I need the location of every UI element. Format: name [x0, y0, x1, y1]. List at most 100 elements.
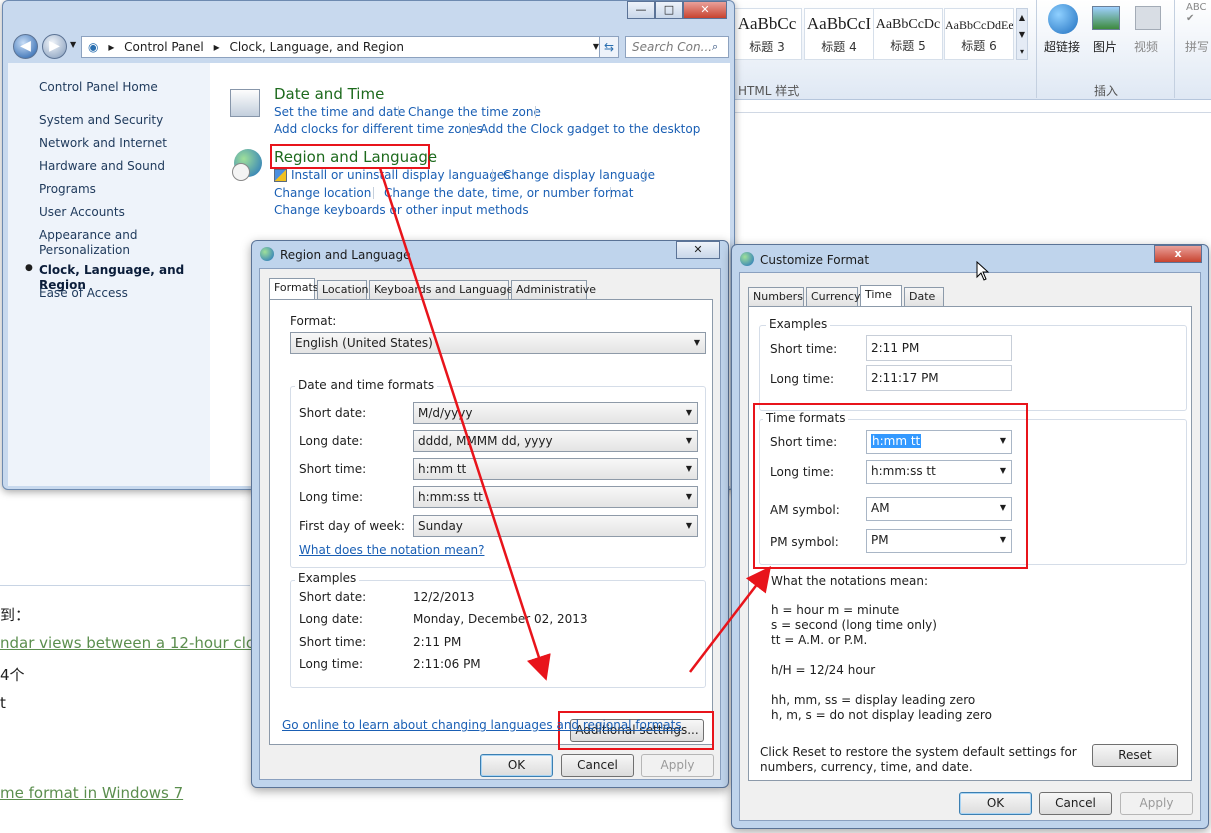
- spelling-button[interactable]: 拼写: [1185, 38, 1209, 55]
- close-button[interactable]: ✕: [683, 1, 727, 19]
- doc-link[interactable]: me format in Windows 7: [0, 784, 183, 802]
- doc-link[interactable]: ndar views between a 12-hour clock: [0, 634, 272, 652]
- ribbon-group-label: HTML 样式: [738, 84, 800, 98]
- example-label: Long time:: [299, 657, 364, 671]
- breadcrumb-control-panel[interactable]: Control Panel: [124, 40, 204, 54]
- style-heading-3[interactable]: AaBbCc 标题 3: [732, 8, 802, 60]
- minimize-button[interactable]: —: [627, 1, 655, 19]
- tab-date[interactable]: Date: [904, 287, 944, 306]
- tab-keyboards-languages[interactable]: Keyboards and Languages: [369, 280, 519, 299]
- example-value: 2:11:06 PM: [413, 657, 481, 671]
- long-time-select[interactable]: h:mm:ss tt ▼: [413, 486, 698, 508]
- short-date-select[interactable]: M/d/yyyy ▼: [413, 402, 698, 424]
- short-time-format-value[interactable]: h:mm tt: [871, 434, 922, 448]
- video-icon[interactable]: [1135, 6, 1161, 30]
- format-value: English (United States): [295, 336, 433, 350]
- globe-icon: [260, 247, 274, 261]
- sidebar-item-appearance[interactable]: Appearance and Personalization: [39, 228, 159, 258]
- tab-numbers[interactable]: Numbers: [748, 287, 804, 306]
- chevron-down-icon[interactable]: ▼: [1000, 461, 1006, 481]
- style-heading-4[interactable]: AaBbCcI 标题 4: [804, 8, 874, 60]
- short-date-label: Short date:: [299, 406, 367, 420]
- task-change-format[interactable]: Change the date, time, or number format: [384, 186, 633, 200]
- search-icon[interactable]: ⌕: [712, 40, 718, 54]
- pm-symbol-combo[interactable]: PM ▼: [866, 529, 1012, 553]
- sidebar-item-ease-of-access[interactable]: Ease of Access: [39, 286, 128, 301]
- cancel-button[interactable]: Cancel: [561, 754, 634, 777]
- long-time-combo[interactable]: h:mm:ss tt ▼: [866, 460, 1012, 484]
- am-symbol-value[interactable]: AM: [871, 501, 890, 515]
- apply-button[interactable]: Apply: [1120, 792, 1193, 815]
- calendar-clock-icon[interactable]: [230, 89, 260, 117]
- video-button[interactable]: 视频: [1134, 38, 1158, 55]
- chevron-down-icon[interactable]: ▼: [1000, 431, 1006, 451]
- long-date-select[interactable]: dddd, MMMM dd, yyyy ▼: [413, 430, 698, 452]
- am-symbol-combo[interactable]: AM ▼: [866, 497, 1012, 521]
- online-help-link[interactable]: Go online to learn about changing langua…: [282, 718, 682, 732]
- chevron-down-icon[interactable]: ▼: [1000, 498, 1006, 518]
- notation-link[interactable]: What does the notation mean?: [299, 543, 484, 557]
- breadcrumb-arrow-icon[interactable]: ▸: [214, 40, 220, 54]
- refresh-icon[interactable]: ⇆: [599, 36, 619, 58]
- task-add-clocks[interactable]: Add clocks for different time zones: [274, 122, 483, 136]
- hyperlink-button[interactable]: 超链接: [1044, 38, 1080, 55]
- hyperlink-icon[interactable]: [1048, 4, 1078, 34]
- maximize-button[interactable]: □: [655, 1, 683, 19]
- spelling-icon[interactable]: ABC ✔: [1186, 2, 1207, 24]
- task-change-display-language[interactable]: Change display language: [503, 168, 655, 182]
- styles-scroll[interactable]: ▲ ▼ ▾: [1016, 8, 1028, 60]
- tab-administrative[interactable]: Administrative: [511, 280, 596, 299]
- picture-button[interactable]: 图片: [1093, 38, 1117, 55]
- tab-currency[interactable]: Currency: [806, 287, 861, 306]
- long-time-example: 2:11:17 PM: [866, 365, 1012, 391]
- breadcrumb-current[interactable]: Clock, Language, and Region: [229, 40, 404, 54]
- first-day-value: Sunday: [418, 519, 463, 533]
- task-change-time-zone[interactable]: Change the time zone: [408, 105, 541, 119]
- back-button[interactable]: ◀: [13, 34, 38, 59]
- close-button[interactable]: ✕: [676, 241, 720, 259]
- chevron-down-icon[interactable]: ▼: [1000, 530, 1006, 550]
- breadcrumb-arrow-icon[interactable]: ▸: [108, 40, 114, 54]
- tab-formats[interactable]: Formats: [269, 278, 319, 299]
- short-time-combo[interactable]: h:mm tt ▼: [866, 430, 1012, 454]
- date-time-title[interactable]: Date and Time: [274, 85, 384, 103]
- picture-icon[interactable]: [1092, 6, 1120, 30]
- apply-button[interactable]: Apply: [641, 754, 714, 777]
- ruler-line: [735, 112, 1211, 113]
- first-day-select[interactable]: Sunday ▼: [413, 515, 698, 537]
- sidebar-item-programs[interactable]: Programs: [39, 182, 96, 197]
- format-select[interactable]: English (United States) ▼: [290, 332, 706, 354]
- reset-button[interactable]: Reset: [1092, 744, 1178, 767]
- ok-button[interactable]: OK: [959, 792, 1032, 815]
- chevron-down-icon: ▼: [685, 464, 692, 473]
- style-sample: AaBbCcI: [806, 14, 872, 33]
- task-install-languages[interactable]: Install or uninstall display languages: [291, 168, 511, 182]
- tab-location[interactable]: Location: [317, 280, 369, 299]
- sidebar-item-system-security[interactable]: System and Security: [39, 113, 163, 128]
- sidebar-item-network[interactable]: Network and Internet: [39, 136, 167, 151]
- recent-pages-icon[interactable]: ▼: [70, 40, 76, 49]
- task-change-keyboards[interactable]: Change keyboards or other input methods: [274, 203, 529, 217]
- long-time-format-value[interactable]: h:mm:ss tt: [871, 464, 936, 478]
- forward-button[interactable]: ▶: [42, 34, 67, 59]
- sidebar-item-hardware[interactable]: Hardware and Sound: [39, 159, 165, 174]
- task-clock-gadget[interactable]: Add the Clock gadget to the desktop: [480, 122, 700, 136]
- address-field[interactable]: ◉ ▸ Control Panel ▸ Clock, Language, and…: [81, 36, 606, 58]
- sidebar-item-user-accounts[interactable]: User Accounts: [39, 205, 125, 220]
- close-button[interactable]: x: [1154, 245, 1202, 263]
- cp-titlebar[interactable]: — □ ✕: [3, 1, 734, 31]
- task-set-time-date[interactable]: Set the time and date: [274, 105, 405, 119]
- task-change-location[interactable]: Change location: [274, 186, 371, 200]
- cancel-button[interactable]: Cancel: [1039, 792, 1112, 815]
- sidebar-item-home[interactable]: Control Panel Home: [39, 80, 158, 95]
- pm-symbol-value[interactable]: PM: [871, 533, 889, 547]
- short-time-select[interactable]: h:mm tt ▼: [413, 458, 698, 480]
- region-language-title[interactable]: Region and Language: [274, 148, 437, 166]
- tab-time[interactable]: Time: [860, 285, 902, 306]
- style-heading-6[interactable]: AaBbCcDdEe 标题 6: [944, 8, 1014, 60]
- short-time-label: Short time:: [299, 462, 367, 476]
- ok-button[interactable]: OK: [480, 754, 553, 777]
- style-heading-5[interactable]: AaBbCcDc 标题 5: [873, 8, 943, 60]
- chevron-down-icon: ▼: [685, 436, 692, 445]
- style-sample: AaBbCcDc: [875, 17, 941, 32]
